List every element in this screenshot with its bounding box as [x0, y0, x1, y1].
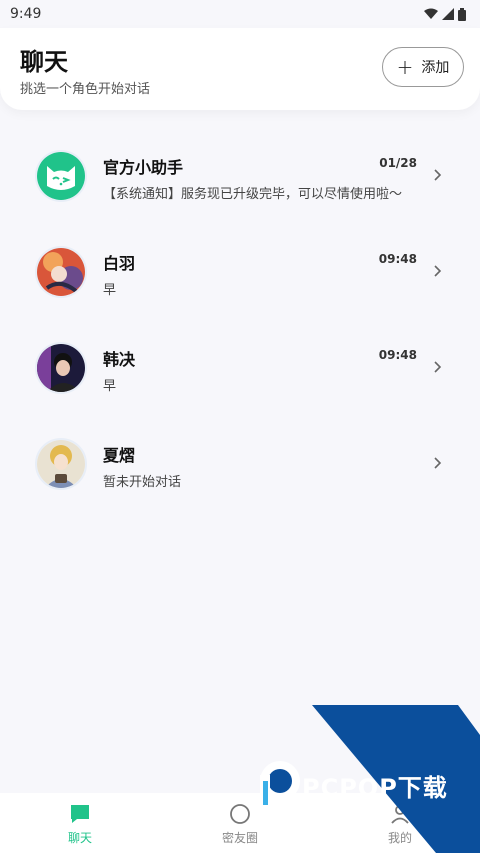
cat-logo-icon [37, 152, 85, 200]
nav-label: 我的 [387, 831, 412, 845]
chat-name: 白羽 [103, 254, 136, 273]
nav-item-moments[interactable]: 密友圈 [180, 793, 300, 853]
nav-label: 聊天 [67, 831, 92, 845]
chat-name: 官方小助手 [103, 158, 184, 177]
character-portrait-icon [37, 344, 85, 392]
plus-icon: + [396, 55, 414, 79]
chat-item-official-assistant[interactable]: 官方小助手 01/28 【系统通知】服务现已升级完毕，可以尽情使用啦～ [0, 128, 480, 224]
chat-preview: 【系统通知】服务现已升级完毕，可以尽情使用啦～ [103, 187, 403, 202]
avatar [35, 150, 87, 202]
wifi-icon [424, 8, 438, 19]
chat-preview: 早 [103, 283, 117, 298]
profile-icon [391, 805, 409, 824]
chevron-right-icon [434, 265, 442, 277]
avatar [35, 342, 87, 394]
chat-time: 09:48 [378, 348, 417, 362]
chat-icon [71, 805, 89, 823]
status-time: 9:49 [10, 6, 42, 22]
add-button-label: 添加 [421, 60, 450, 76]
header: 聊天 挑选一个角色开始对话 + 添加 [0, 28, 480, 110]
character-portrait-icon [37, 248, 85, 296]
chat-item-hanjue[interactable]: 韩决 09:48 早 [0, 320, 480, 416]
chat-item-baiyu[interactable]: 白羽 09:48 早 [0, 224, 480, 320]
page-subtitle: 挑选一个角色开始对话 [20, 82, 151, 97]
character-portrait-icon [37, 440, 85, 488]
chat-preview: 暂未开始对话 [103, 475, 182, 490]
status-icons [424, 7, 466, 21]
circle-icon [230, 804, 250, 824]
chevron-right-icon [434, 361, 442, 373]
chat-name: 夏熠 [103, 446, 136, 465]
avatar [35, 246, 87, 298]
nav-label: 密友圈 [221, 831, 258, 845]
signal-icon [442, 8, 454, 20]
chat-time: 09:48 [378, 252, 417, 266]
page-title: 聊天 [20, 48, 68, 76]
chat-preview: 早 [103, 379, 117, 394]
chevron-right-icon [434, 457, 442, 469]
avatar [35, 438, 87, 490]
watermark-sub: PCPOP Download [308, 794, 376, 802]
status-bar: 9:49 [0, 0, 480, 28]
add-button[interactable]: + 添加 [382, 47, 464, 87]
nav-item-chat[interactable]: 聊天 [20, 793, 140, 853]
chat-name: 韩决 [103, 350, 136, 369]
chat-time: 01/28 [379, 156, 417, 170]
chevron-right-icon [434, 169, 442, 181]
battery-icon [458, 7, 466, 21]
chat-item-xiayi[interactable]: 夏熠 暂未开始对话 [0, 416, 480, 512]
chat-list: 官方小助手 01/28 【系统通知】服务现已升级完毕，可以尽情使用啦～ 白羽 0… [0, 128, 480, 512]
